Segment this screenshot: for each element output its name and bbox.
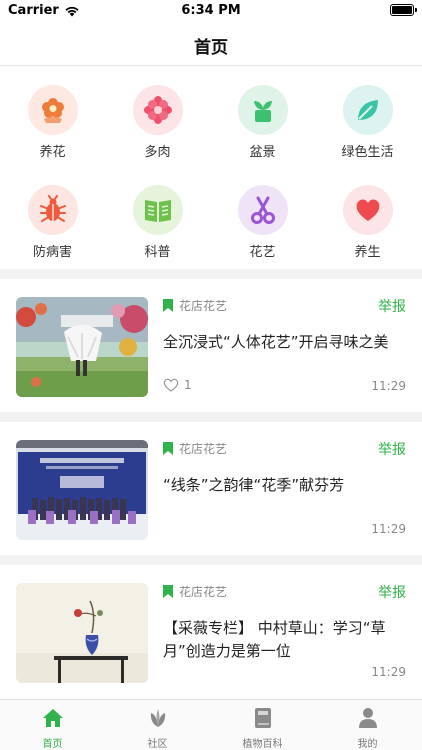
clock: 6:34 PM xyxy=(181,3,241,18)
bookmark-icon xyxy=(163,442,173,455)
bookmark-icon xyxy=(163,299,173,312)
tab-profile[interactable]: 我的 xyxy=(315,700,420,750)
bug-icon xyxy=(27,185,78,235)
encyclopedia-book-icon xyxy=(252,707,274,729)
article-thumbnail[interactable] xyxy=(16,297,148,397)
succulent-icon xyxy=(132,85,183,135)
tab-label: 我的 xyxy=(357,739,378,750)
status-bar: Carrier 6:34 PM xyxy=(0,0,422,22)
article-time: 11:29 xyxy=(371,665,406,679)
report-button[interactable]: 举报 xyxy=(378,439,406,459)
category-bonsai[interactable]: 盆景 xyxy=(210,67,315,160)
like-count: 1 xyxy=(184,378,192,392)
tab-label: 首页 xyxy=(42,739,63,750)
category-label: 养花 xyxy=(39,145,66,160)
category-pest-control[interactable]: 防病害 xyxy=(0,167,105,260)
category-label: 养生 xyxy=(354,245,381,260)
category-succulent[interactable]: 多肉 xyxy=(105,67,210,160)
heart-outline-icon xyxy=(163,378,179,392)
tab-label: 植物百科 xyxy=(242,739,283,750)
article-time: 11:29 xyxy=(371,522,406,536)
category-flower[interactable]: 养花 xyxy=(0,67,105,160)
community-leaf-icon xyxy=(147,707,169,729)
article-card[interactable]: 花店花艺 举报 【采薇专栏】 中村草山：学习“草月”创造力是第一位 11:29 xyxy=(0,565,422,698)
article-time: 11:29 xyxy=(371,379,406,393)
tag-label: 花店花艺 xyxy=(179,442,228,456)
section-divider xyxy=(0,412,422,422)
category-grid: 养花 多肉 盆景 绿色生活 防病害 科普 花艺 养生 xyxy=(0,67,422,269)
article-card[interactable]: 花店花艺 举报 “线条”之韵律“花季”献芬芳 11:29 xyxy=(0,422,422,555)
article-title[interactable]: 全沉浸式“人体花艺”开启寻味之美 xyxy=(163,331,408,354)
section-divider xyxy=(0,269,422,279)
category-science[interactable]: 科普 xyxy=(105,167,210,260)
home-icon xyxy=(42,707,64,729)
battery-icon xyxy=(390,4,417,16)
potted-plant-icon xyxy=(237,85,288,135)
article-title[interactable]: 【采薇专栏】 中村草山：学习“草月”创造力是第一位 xyxy=(163,617,408,663)
tag-label: 花店花艺 xyxy=(179,585,228,599)
report-button[interactable]: 举报 xyxy=(378,582,406,602)
category-label: 防病害 xyxy=(32,245,72,260)
section-divider xyxy=(0,555,422,565)
scissors-icon xyxy=(237,185,288,235)
article-tag[interactable]: 花店花艺 xyxy=(163,583,227,600)
article-tag[interactable]: 花店花艺 xyxy=(163,440,227,457)
category-label: 科普 xyxy=(144,245,171,260)
category-label: 花艺 xyxy=(249,245,276,260)
profile-icon xyxy=(357,707,379,729)
tag-label: 花店花艺 xyxy=(179,299,228,313)
report-button[interactable]: 举报 xyxy=(378,296,406,316)
tab-bar: 首页 社区 植物百科 我的 xyxy=(0,699,422,750)
category-label: 绿色生活 xyxy=(341,145,394,160)
heart-icon xyxy=(342,185,393,235)
category-label: 盆景 xyxy=(249,145,276,160)
article-title[interactable]: “线条”之韵律“花季”献芬芳 xyxy=(163,474,408,497)
article-thumbnail[interactable] xyxy=(16,440,148,540)
article-thumbnail[interactable] xyxy=(16,583,148,683)
like-button[interactable]: 1 xyxy=(163,378,192,392)
category-wellness[interactable]: 养生 xyxy=(315,167,420,260)
tab-label: 社区 xyxy=(147,739,168,750)
book-icon xyxy=(132,185,183,235)
category-floral-art[interactable]: 花艺 xyxy=(210,167,315,260)
tab-encyclopedia[interactable]: 植物百科 xyxy=(210,700,315,750)
tab-community[interactable]: 社区 xyxy=(105,700,210,750)
tab-home[interactable]: 首页 xyxy=(0,700,105,750)
category-green-life[interactable]: 绿色生活 xyxy=(315,67,420,160)
article-tag[interactable]: 花店花艺 xyxy=(163,297,227,314)
leaf-icon xyxy=(342,85,393,135)
navigation-bar: 首页 xyxy=(0,22,422,66)
article-card[interactable]: 花店花艺 举报 全沉浸式“人体花艺”开启寻味之美 1 11:29 xyxy=(0,279,422,412)
flower-icon xyxy=(27,85,78,135)
page-title: 首页 xyxy=(194,38,228,58)
bookmark-icon xyxy=(163,585,173,598)
category-label: 多肉 xyxy=(144,145,171,160)
